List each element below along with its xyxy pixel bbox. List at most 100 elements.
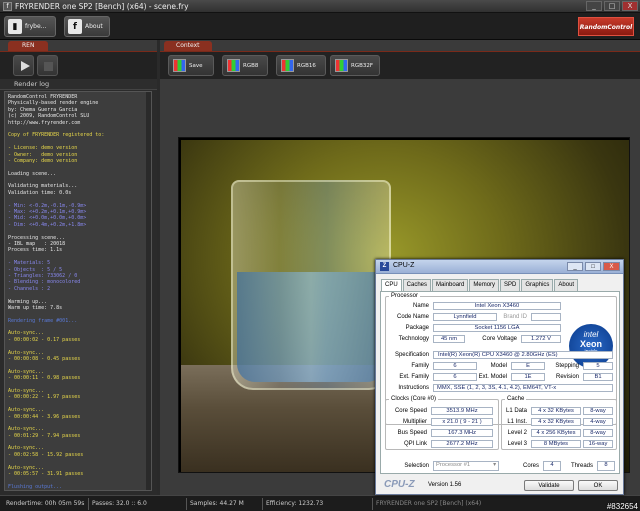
frybench-button[interactable]: ▮ frybe... [4, 16, 56, 37]
stepping-value: 5 [583, 362, 613, 370]
cpuz-maximize-button[interactable]: □ [585, 262, 601, 271]
about-button[interactable]: f About [64, 16, 110, 37]
minimize-button[interactable]: _ [586, 1, 602, 11]
codename-label: Code Name [396, 314, 429, 320]
package-label: Package [405, 325, 429, 331]
fry-logo-icon: ▮ [8, 19, 22, 34]
brandid-label: Brand ID [503, 314, 527, 320]
status-bar: Rendertime: 00h 05m 59s Passes: 32.0 :: … [0, 495, 640, 511]
rgb8-label: RGB8 [243, 62, 259, 69]
water-glass [231, 180, 391, 390]
stepping-label: Stepping [555, 363, 579, 369]
brandid-value [531, 313, 561, 321]
l2-value: 4 x 256 KBytes [531, 429, 581, 437]
l1i-way: 4-way [583, 418, 613, 426]
render-log[interactable]: RandomControl FRYRENDER Physically-based … [4, 91, 152, 491]
stop-icon [44, 62, 53, 71]
l3-value: 8 MBytes [531, 440, 581, 448]
status-engine: FRYRENDER one SP2 [Bench] (x64) [376, 500, 482, 507]
clocks-legend: Clocks (Core #0) [391, 396, 437, 402]
cpuz-minimize-button[interactable]: _ [567, 262, 583, 271]
rgb-icon [281, 59, 294, 72]
model-label: Model [490, 363, 507, 369]
qpi-value: 2677.2 MHz [431, 440, 493, 448]
tab-render[interactable]: REN [8, 41, 49, 51]
name-label: Name [412, 303, 429, 309]
stop-button[interactable] [37, 55, 58, 76]
l2-way: 8-way [583, 429, 613, 437]
cpuz-window[interactable]: Z CPU-Z _ □ X CPU Caches Mainboard Memor… [375, 259, 624, 495]
rgb8-button[interactable]: RGB8 [222, 55, 268, 76]
qpi-label: QPI Link [403, 441, 427, 447]
cpuz-cpu-page: Processor Name Intel Xeon X3460 Code Nam… [380, 291, 620, 474]
cores-label: Cores [522, 463, 539, 469]
validate-button[interactable]: Validate [524, 480, 574, 491]
tab-context[interactable]: Context [164, 41, 212, 51]
tab-spd[interactable]: SPD [500, 279, 521, 291]
close-button[interactable]: X [622, 1, 638, 11]
frybench-label: frybe... [25, 23, 47, 30]
l1d-way: 8-way [583, 407, 613, 415]
tab-mainboard[interactable]: Mainboard [432, 279, 469, 291]
multiplier-label: Multiplier [402, 419, 427, 425]
cpuz-title-bar[interactable]: Z CPU-Z _ □ X [376, 260, 623, 274]
save-label: Save [189, 62, 203, 69]
cpuz-icon: Z [380, 262, 389, 271]
cpuz-close-button[interactable]: X [603, 262, 620, 271]
play-button[interactable] [13, 55, 34, 76]
about-f-icon: f [68, 19, 82, 34]
l1i-value: 4 x 32 KBytes [531, 418, 581, 426]
package-value: Socket 1156 LGA [433, 324, 561, 332]
title-bar: f FRYRENDER one SP2 [Bench] (x64) - scen… [0, 0, 640, 13]
instructions-label: Instructions [398, 385, 429, 391]
ok-button[interactable]: OK [578, 480, 618, 491]
tab-about[interactable]: About [554, 279, 579, 291]
left-panel: REN Render log RandomControl FRYRENDER Ph… [0, 40, 157, 495]
extmodel-value: 1E [511, 373, 545, 381]
threads-label: Threads [570, 463, 593, 469]
tab-memory[interactable]: Memory [469, 279, 500, 291]
l1d-value: 4 x 32 KBytes [531, 407, 581, 415]
threads-value: 8 [597, 461, 615, 471]
render-controls [0, 52, 157, 79]
water [237, 272, 385, 382]
app-icon: f [3, 2, 12, 11]
cache-legend: Cache [507, 396, 525, 402]
processor-legend: Processor [391, 293, 419, 299]
tab-caches[interactable]: Caches [402, 279, 432, 291]
watermark-id: #832654 [606, 502, 638, 511]
extfamily-value: 6 [433, 373, 477, 381]
xeon-product: Xeon [579, 339, 602, 349]
name-value: Intel Xeon X3460 [433, 302, 561, 310]
tab-graphics[interactable]: Graphics [521, 279, 554, 291]
status-rendertime: Rendertime: 00h 05m 59s [6, 500, 85, 507]
cpuz-tabs: CPU Caches Mainboard Memory SPD Graphics… [381, 279, 579, 292]
extfamily-label: Ext. Family [399, 374, 429, 380]
intel-brand: intel [583, 330, 599, 339]
rgb-icon [335, 59, 348, 72]
context-toolbar: Save RGB8 RGB16 RGB32F [160, 52, 640, 79]
log-scrollbar[interactable] [146, 92, 151, 490]
technology-value: 45 nm [433, 335, 465, 343]
rgb32f-button[interactable]: RGB32F [330, 55, 380, 76]
corevoltage-value: 1.272 V [521, 335, 561, 343]
about-label: About [85, 23, 103, 30]
play-icon [21, 61, 30, 71]
l1i-label: L1 Inst. [507, 419, 527, 425]
corevoltage-label: Core Voltage [482, 336, 517, 342]
cpuz-footer: CPU-Z Version 1.56 Validate OK [376, 474, 623, 494]
corespeed-value: 3513.9 MHz [431, 407, 493, 415]
rgb16-button[interactable]: RGB16 [276, 55, 326, 76]
randomcontrol-logo: RandomControl [578, 17, 634, 36]
maximize-button[interactable]: □ [604, 1, 620, 11]
rgb16-label: RGB16 [297, 62, 316, 69]
model-value: E [511, 362, 545, 370]
technology-label: Technology [398, 336, 429, 342]
codename-value: Lynnfield [433, 313, 497, 321]
family-value: 6 [433, 362, 477, 370]
save-button[interactable]: Save [168, 55, 214, 76]
cpuz-title: CPU-Z [393, 262, 415, 269]
processor-select[interactable]: Processor #1 ▾ [433, 461, 499, 471]
extmodel-label: Ext. Model [478, 374, 507, 380]
status-samples: Samples: 44.27 M [190, 500, 244, 507]
